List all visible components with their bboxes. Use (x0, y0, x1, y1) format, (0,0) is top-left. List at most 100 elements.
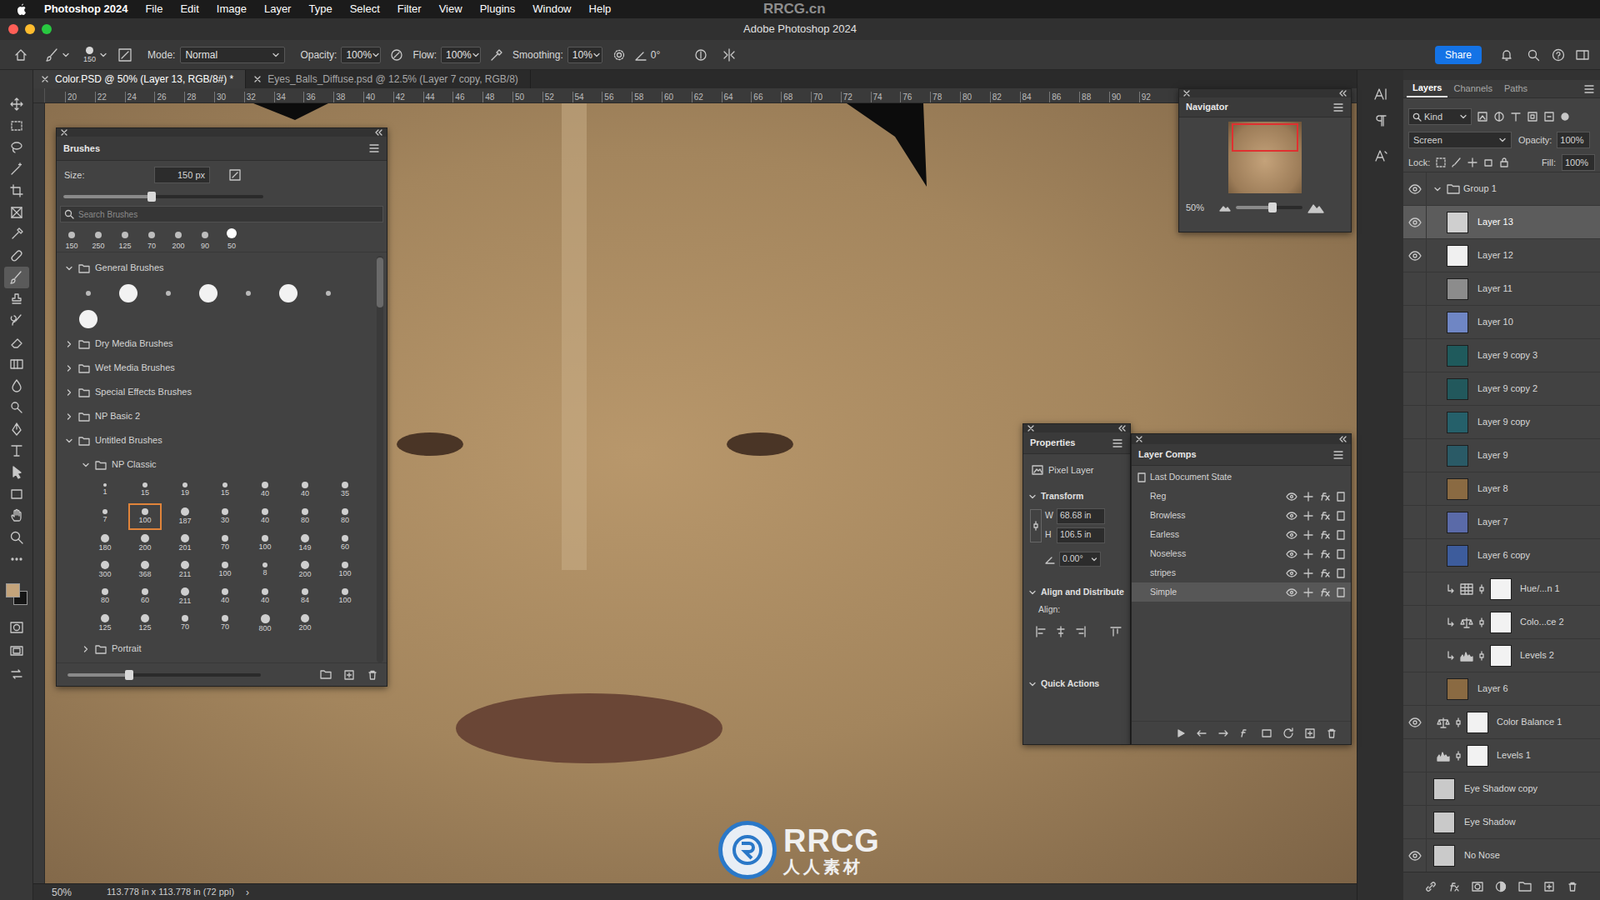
layer-row[interactable]: Colo...ce 2 (1403, 605, 1600, 640)
visibility-toggle[interactable] (1403, 272, 1427, 305)
close-icon[interactable] (40, 74, 50, 85)
lock-transparent-icon[interactable] (1435, 157, 1446, 168)
brush-preset[interactable]: 200 (288, 556, 322, 584)
trash-icon[interactable] (1325, 727, 1338, 740)
layer-row[interactable]: Layer 9 copy 3 (1403, 339, 1600, 373)
collapse-icon[interactable] (1337, 89, 1348, 98)
fx-icon[interactable] (1319, 510, 1331, 521)
brush-preset[interactable]: 80 (88, 583, 122, 610)
size-slider[interactable] (63, 195, 264, 199)
visibility-toggle[interactable] (1403, 639, 1427, 672)
align-section[interactable]: Align and Distribute (1023, 584, 1130, 601)
new-layer-icon[interactable] (1543, 880, 1555, 893)
panel-menu-icon[interactable] (1583, 83, 1595, 95)
visibility-toggle[interactable] (1403, 839, 1427, 872)
type-tool[interactable] (4, 440, 30, 462)
layer-row[interactable]: Levels 2 (1403, 639, 1600, 673)
preview-size-slider[interactable] (67, 673, 261, 677)
brush-preset[interactable]: 125 (88, 610, 122, 637)
fx-icon[interactable] (1319, 587, 1331, 598)
layer-comp-row[interactable]: Noseless (1131, 544, 1351, 564)
menu-item[interactable]: Filter (397, 0, 422, 18)
collapse-icon[interactable] (373, 128, 384, 137)
glyphs-panel-icon[interactable] (1373, 148, 1389, 164)
brush-preset[interactable]: 100 (328, 583, 362, 610)
search-icon[interactable] (1526, 48, 1540, 62)
fx-icon[interactable] (1448, 880, 1460, 893)
appearance-icon[interactable] (1335, 530, 1346, 540)
symmetry-icon[interactable] (721, 47, 737, 63)
layer-row[interactable]: Layer 10 (1403, 305, 1600, 340)
minimize-button[interactable] (25, 24, 35, 35)
zoom-button[interactable] (41, 24, 52, 35)
brush-preset-picker[interactable]: 150 (83, 46, 96, 64)
layer-row[interactable]: Layer 6 (1403, 672, 1600, 706)
brush-preset[interactable]: 187 (168, 503, 202, 530)
visibility-icon[interactable] (1285, 510, 1298, 521)
brush-preset[interactable]: 40 (248, 583, 282, 610)
visibility-toggle[interactable] (1403, 805, 1427, 839)
menu-item[interactable]: Edit (180, 0, 199, 18)
app-menu[interactable]: Photoshop 2024 (44, 0, 128, 18)
brush-preset[interactable]: 180 (88, 530, 122, 557)
brush-preset[interactable] (148, 280, 189, 306)
new-comp-icon[interactable] (1304, 727, 1316, 740)
brush-preset[interactable]: 100 (128, 503, 162, 530)
blur-tool[interactable] (4, 375, 30, 397)
zoom-slider[interactable] (1235, 205, 1303, 210)
shape-filter-icon[interactable] (1526, 110, 1539, 123)
crop-tool[interactable] (4, 180, 30, 202)
chevron-icon[interactable] (65, 388, 74, 397)
pathselect-tool[interactable] (4, 461, 30, 484)
lock-artboard-icon[interactable] (1483, 157, 1494, 168)
blend-mode-select[interactable]: Screen (1408, 131, 1512, 149)
eyedropper-tool[interactable] (4, 223, 30, 245)
align-left-icon[interactable] (1035, 625, 1047, 638)
visibility-toggle[interactable] (1403, 405, 1427, 439)
brush-tool[interactable] (4, 266, 30, 289)
brush-preset[interactable]: 30 (208, 503, 242, 530)
refresh-icon[interactable] (1282, 727, 1295, 740)
brush-settings-icon[interactable] (117, 47, 133, 63)
panel-title[interactable]: Navigator (1185, 100, 1229, 115)
close-button[interactable] (8, 24, 19, 35)
menu-item[interactable]: Image (216, 0, 247, 18)
brush-folder[interactable]: NP Basic 2 (56, 404, 377, 429)
filter-kind-select[interactable]: Kind (1408, 108, 1472, 125)
brush-folder[interactable]: General Brushes (56, 255, 377, 280)
visibility-toggle[interactable] (1403, 705, 1427, 739)
brush-preset[interactable]: 201 (168, 530, 202, 557)
panel-tab[interactable]: Channels (1447, 80, 1498, 98)
appearance-icon[interactable] (1335, 510, 1346, 521)
move-tool[interactable] (4, 93, 30, 115)
brush-preset[interactable]: 100 (328, 556, 362, 584)
brush-search[interactable] (60, 205, 384, 223)
brush-preset[interactable]: 300 (88, 556, 122, 584)
update-fx-icon[interactable] (1239, 728, 1251, 739)
brush-folder[interactable]: Dry Media Brushes (56, 331, 377, 356)
layer-row[interactable]: Layer 11 (1403, 272, 1600, 306)
visibility-toggle[interactable] (1403, 205, 1427, 239)
layer-row[interactable]: Layer 8 (1403, 472, 1600, 506)
marquee-tool[interactable] (4, 115, 30, 137)
visibility-toggle[interactable] (1403, 672, 1427, 705)
brush-preset[interactable]: 200 (128, 530, 162, 557)
hand-tool[interactable] (4, 505, 30, 527)
position-icon[interactable] (1302, 510, 1315, 521)
layer-row[interactable]: Layer 9 (1403, 439, 1600, 473)
quick-actions-section[interactable]: Quick Actions (1023, 675, 1130, 693)
angle-icon[interactable] (634, 48, 648, 62)
layer-row[interactable]: Layer 9 copy 2 (1403, 372, 1600, 406)
panel-title[interactable]: Layer Comps (1138, 447, 1197, 462)
document-tab[interactable]: Eyes_Balls_Diffuse.psd @ 12.5% (Layer 7 … (245, 70, 531, 89)
brush-preset[interactable]: 84 (288, 583, 322, 610)
brush-preset[interactable]: 100 (248, 530, 282, 557)
appearance-icon[interactable] (1335, 491, 1346, 502)
menu-item[interactable]: Type (308, 0, 332, 18)
new-group-icon[interactable] (320, 669, 334, 681)
menu-item[interactable]: Layer (264, 0, 292, 18)
layer-row[interactable]: No Nose (1403, 839, 1600, 872)
visibility-toggle[interactable] (1403, 305, 1427, 339)
bell-icon[interactable] (1500, 48, 1514, 62)
update-icon[interactable] (1260, 728, 1273, 739)
